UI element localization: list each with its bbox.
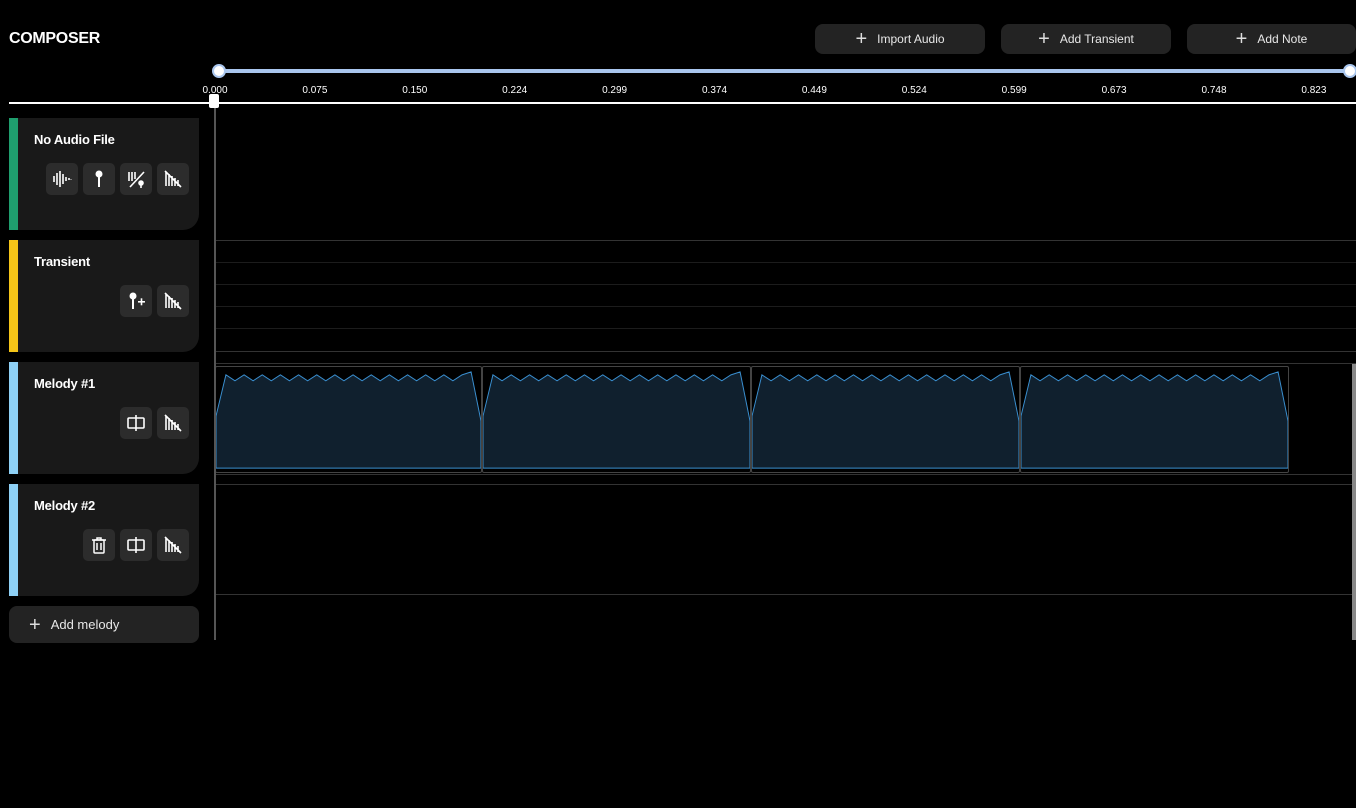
clip-waveform bbox=[216, 371, 481, 469]
add-note-button[interactable]: + Add Note bbox=[1187, 24, 1356, 54]
track-name: Transient bbox=[34, 254, 90, 269]
melody-clip[interactable] bbox=[751, 366, 1020, 473]
mute-icon[interactable] bbox=[157, 529, 189, 561]
track-melody-1[interactable]: Melody #1 bbox=[9, 362, 199, 474]
track-name: Melody #1 bbox=[34, 376, 96, 391]
time-tick-label: 0.374 bbox=[701, 85, 728, 96]
zoom-range-start-handle[interactable] bbox=[212, 64, 226, 78]
time-tick-label: 0.449 bbox=[801, 85, 827, 96]
plus-icon: + bbox=[855, 28, 868, 50]
add-transient-label: Add Transient bbox=[1059, 32, 1134, 46]
waveform-transient-icon[interactable] bbox=[120, 163, 152, 195]
playhead-handle[interactable] bbox=[209, 94, 219, 108]
lane-divider bbox=[215, 363, 1356, 364]
lane-divider bbox=[215, 351, 1356, 352]
clip-waveform bbox=[483, 371, 750, 469]
zoom-range-end-handle[interactable] bbox=[1343, 64, 1356, 78]
add-transient-button[interactable]: + Add Transient bbox=[1001, 24, 1171, 54]
app-title: COMPOSER bbox=[9, 30, 100, 47]
melody-clip[interactable] bbox=[215, 366, 482, 473]
zoom-range-track[interactable] bbox=[219, 69, 1351, 73]
track-melody-2[interactable]: Melody #2 bbox=[9, 484, 199, 596]
time-tick-label: 0.823 bbox=[1301, 85, 1327, 96]
split-icon[interactable] bbox=[120, 529, 152, 561]
import-audio-label: Import Audio bbox=[877, 32, 945, 46]
lane-divider bbox=[215, 240, 1356, 241]
add-note-label: Add Note bbox=[1257, 32, 1308, 46]
transient-grid-line bbox=[215, 328, 1356, 329]
add-transient-icon[interactable] bbox=[120, 285, 152, 317]
time-tick-label: 0.524 bbox=[901, 85, 927, 96]
time-tick-label: 0.150 bbox=[402, 85, 428, 96]
plus-icon: + bbox=[1235, 28, 1248, 50]
transient-grid-line bbox=[215, 284, 1356, 285]
add-melody-button[interactable]: + Add melody bbox=[9, 606, 199, 643]
clip-waveform bbox=[1021, 371, 1288, 469]
track-no-audio-file[interactable]: No Audio File bbox=[9, 118, 199, 230]
import-audio-button[interactable]: + Import Audio bbox=[815, 24, 985, 54]
lane-divider bbox=[215, 474, 1356, 475]
track-name: No Audio File bbox=[34, 132, 115, 147]
track-name: Melody #2 bbox=[34, 498, 96, 513]
plus-icon: + bbox=[29, 613, 41, 636]
add-melody-label: Add melody bbox=[50, 617, 120, 632]
clip-waveform bbox=[752, 371, 1019, 469]
time-tick-label: 0.299 bbox=[602, 85, 628, 96]
melody-clip[interactable] bbox=[482, 366, 751, 473]
playhead[interactable] bbox=[214, 95, 216, 640]
transient-grid-line bbox=[215, 262, 1356, 263]
mute-icon[interactable] bbox=[157, 285, 189, 317]
track-color-bar bbox=[9, 118, 18, 230]
mute-icon[interactable] bbox=[157, 163, 189, 195]
trash-icon[interactable] bbox=[83, 529, 115, 561]
transient-pin-icon[interactable] bbox=[83, 163, 115, 195]
time-tick-label: 0.673 bbox=[1101, 85, 1127, 96]
mute-icon[interactable] bbox=[157, 407, 189, 439]
time-tick-label: 0.748 bbox=[1201, 85, 1227, 96]
time-tick-label: 0.224 bbox=[502, 85, 528, 96]
vertical-scrollbar[interactable] bbox=[1352, 364, 1356, 640]
split-icon[interactable] bbox=[120, 407, 152, 439]
transient-grid-line bbox=[215, 306, 1356, 307]
track-color-bar bbox=[9, 484, 18, 596]
track-color-bar bbox=[9, 240, 18, 352]
plus-icon: + bbox=[1038, 28, 1050, 50]
time-tick-label: 0.599 bbox=[1001, 85, 1027, 96]
lane-divider bbox=[215, 484, 1356, 485]
melody-clip[interactable] bbox=[1020, 366, 1289, 473]
waveform-icon[interactable] bbox=[46, 163, 78, 195]
time-tick-label: 0.075 bbox=[302, 85, 328, 96]
track-transient[interactable]: Transient bbox=[9, 240, 199, 352]
lane-divider bbox=[215, 594, 1356, 595]
track-color-bar bbox=[9, 362, 18, 474]
